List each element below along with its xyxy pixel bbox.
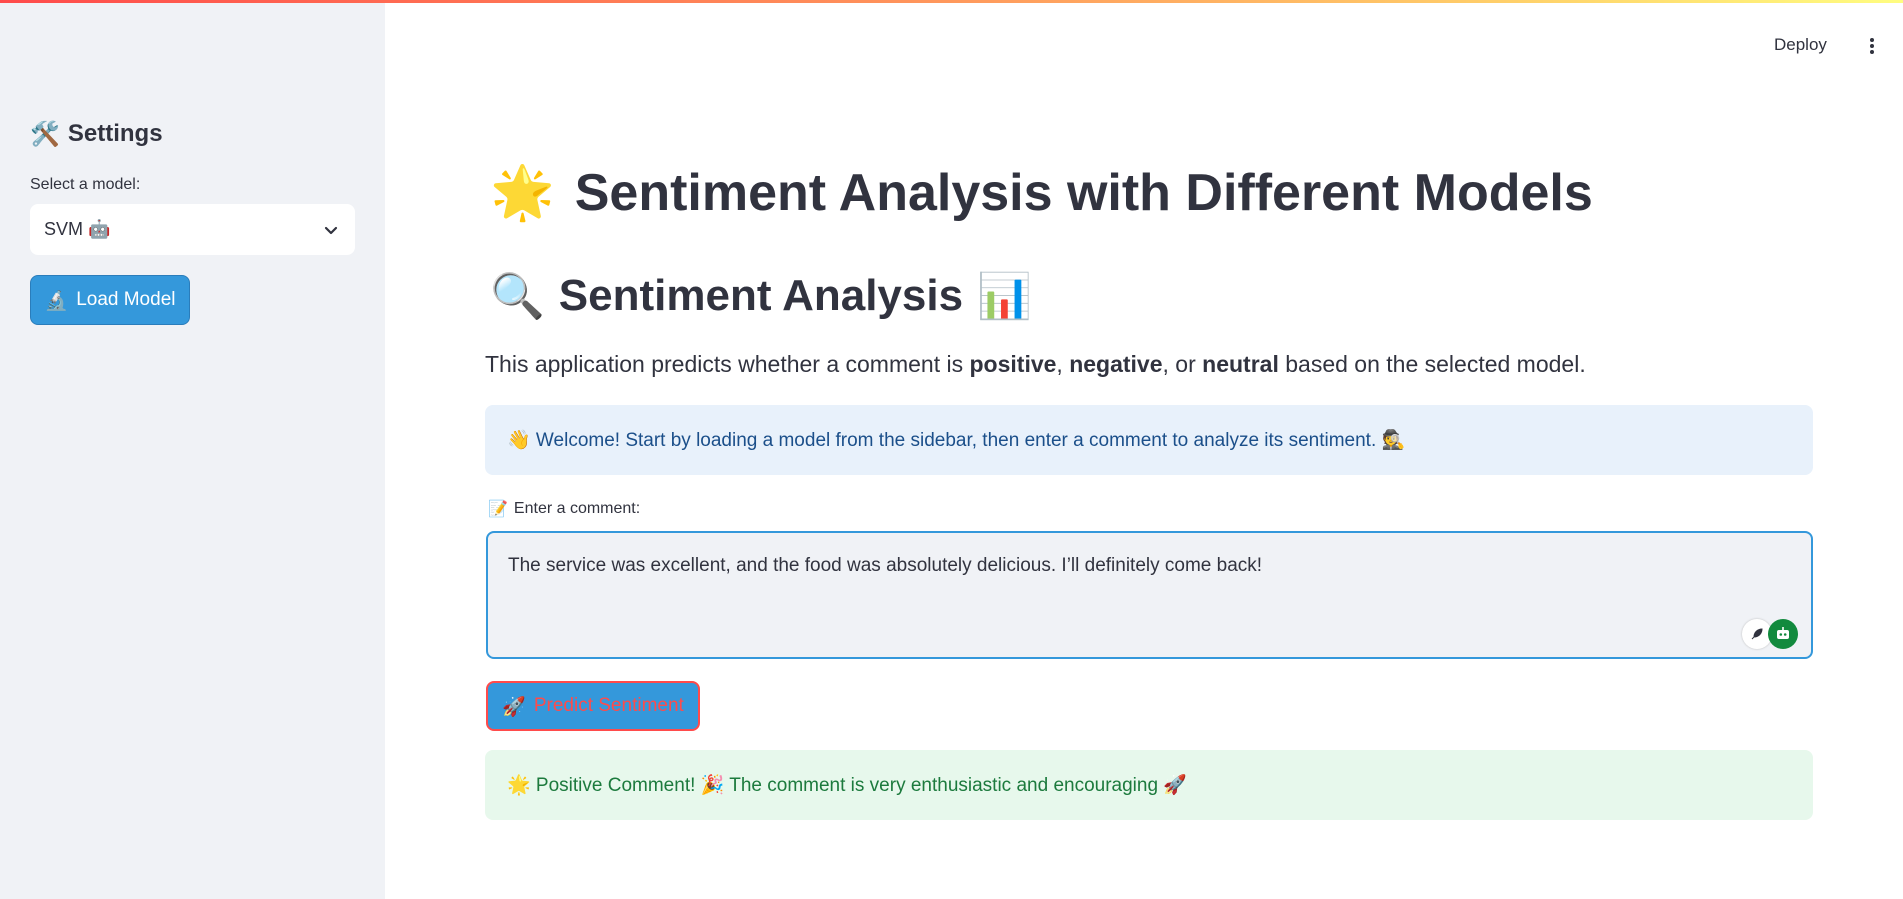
neutral-word: neutral: [1202, 351, 1279, 377]
comment-textarea[interactable]: The service was excellent, and the food …: [486, 531, 1813, 659]
info-alert-text: 👋 Welcome! Start by loading a model from…: [507, 430, 1406, 451]
top-accent-bar: [0, 0, 1903, 3]
model-select[interactable]: SVM 🤖: [30, 204, 355, 255]
result-alert-text: 🌟 Positive Comment! 🎉 The comment is ver…: [507, 775, 1187, 796]
info-alert: 👋 Welcome! Start by loading a model from…: [485, 405, 1813, 475]
page-title: 🌟 Sentiment Analysis with Different Mode…: [490, 162, 1593, 223]
tools-icon: 🛠️: [30, 120, 60, 148]
load-model-button[interactable]: 🔬 Load Model: [30, 275, 190, 325]
sidebar-title: 🛠️ Settings: [30, 120, 163, 148]
magnifier-icon: 🔍: [490, 271, 545, 322]
page-title-text: Sentiment Analysis with Different Models: [574, 163, 1593, 222]
textarea-tools: [1742, 619, 1798, 649]
robot-icon[interactable]: [1768, 619, 1798, 649]
comment-textarea-value: The service was excellent, and the food …: [508, 555, 1263, 576]
comment-input-label: 📝 Enter a comment:: [488, 499, 640, 518]
section-title: 🔍 Sentiment Analysis 📊: [490, 270, 1032, 322]
deploy-button[interactable]: Deploy: [1774, 35, 1827, 55]
description: This application predicts whether a comm…: [485, 351, 1586, 377]
predict-sentiment-label: Predict Sentiment: [533, 695, 684, 716]
chevron-down-icon: [321, 220, 341, 240]
result-alert: 🌟 Positive Comment! 🎉 The comment is ver…: [485, 750, 1813, 820]
model-select-value: SVM 🤖: [44, 219, 111, 239]
bar-chart-icon: 📊: [977, 271, 1032, 322]
negative-word: negative: [1069, 351, 1163, 377]
section-title-text: Sentiment Analysis: [558, 271, 964, 320]
sidebar: 🛠️ Settings Select a model: SVM 🤖 🔬 Load…: [0, 0, 385, 899]
model-select-label: Select a model:: [30, 176, 141, 193]
predict-sentiment-button[interactable]: 🚀 Predict Sentiment: [486, 681, 700, 731]
star-icon: 🌟: [490, 163, 555, 223]
rocket-icon: 🚀: [502, 695, 526, 718]
sidebar-title-text: Settings: [67, 120, 163, 147]
memo-icon: 📝: [488, 499, 508, 518]
positive-word: positive: [969, 351, 1057, 377]
comment-input-label-text: Enter a comment:: [513, 499, 641, 517]
more-options-icon[interactable]: [1862, 35, 1882, 57]
microscope-icon: 🔬: [44, 289, 69, 312]
load-model-label: Load Model: [76, 289, 176, 310]
